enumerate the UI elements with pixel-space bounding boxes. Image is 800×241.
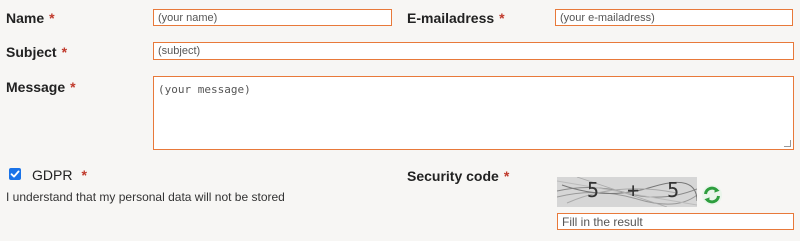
email-label: E-mailadress * <box>407 10 505 26</box>
security-code-field[interactable]: Fill in the result <box>557 213 794 230</box>
refresh-icon[interactable] <box>701 184 723 206</box>
gdpr-checkbox[interactable] <box>9 168 21 180</box>
name-label: Name * <box>6 10 55 26</box>
resize-handle[interactable] <box>784 140 791 147</box>
required-asterisk: * <box>61 44 68 60</box>
email-placeholder: (your e-mailadress) <box>560 11 655 24</box>
required-asterisk: * <box>70 79 76 95</box>
checkmark-icon <box>10 170 20 178</box>
captcha-image: 5 + 5 <box>557 177 697 207</box>
required-asterisk: * <box>81 167 87 183</box>
gdpr-note: I understand that my personal data will … <box>6 190 285 204</box>
subject-label: Subject * <box>6 44 68 60</box>
message-textarea[interactable]: (your message) <box>153 76 794 150</box>
subject-placeholder: (subject) <box>158 45 201 57</box>
email-field[interactable]: (your e-mailadress) <box>555 9 793 26</box>
message-label: Message * <box>6 79 76 95</box>
security-code-placeholder: Fill in the result <box>562 214 643 229</box>
name-placeholder: (your name) <box>158 11 218 24</box>
security-code-label: Security code * <box>407 168 510 184</box>
message-placeholder: (your message) <box>158 83 251 96</box>
gdpr-label: GDPR * <box>32 167 87 183</box>
required-asterisk: * <box>49 10 55 26</box>
required-asterisk: * <box>503 168 510 184</box>
required-asterisk: * <box>499 10 505 26</box>
captcha-text: 5 + 5 <box>587 178 688 202</box>
subject-field[interactable]: (subject) <box>153 42 794 60</box>
refresh-icon-svg <box>702 185 722 205</box>
name-field[interactable]: (your name) <box>153 9 392 26</box>
